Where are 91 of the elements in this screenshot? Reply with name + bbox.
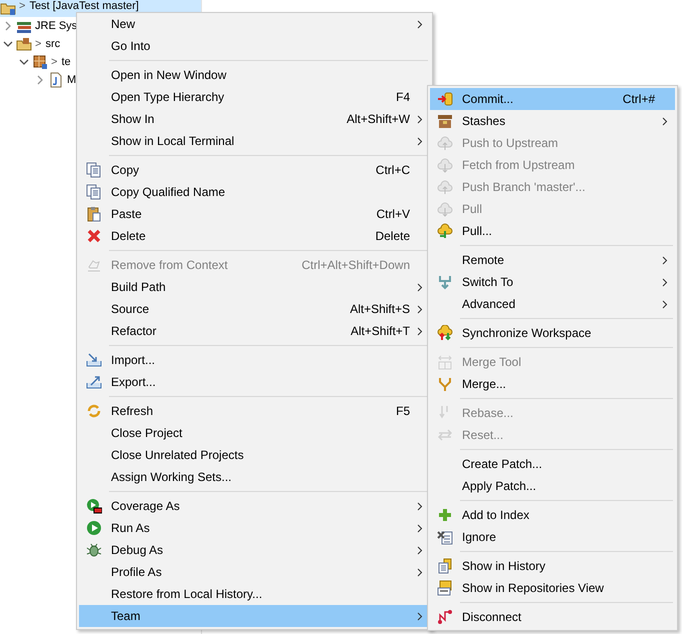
java-file-icon	[48, 72, 64, 88]
shortcut-label: Alt+Shift+S	[350, 302, 410, 316]
switch-icon	[437, 274, 453, 290]
menu-item[interactable]: Close Project	[79, 422, 430, 444]
menu-item[interactable]: Show In Alt+Shift+W	[79, 108, 430, 130]
menu-item[interactable]: Refresh F5	[79, 400, 430, 422]
shortcut-label: Ctrl+C	[376, 163, 410, 177]
menu-item[interactable]: Open in New Window	[79, 64, 430, 86]
menu-item[interactable]: Show in Local Terminal	[79, 130, 430, 152]
collapsed-chevron-icon[interactable]	[3, 21, 13, 31]
menu-item[interactable]: Copy Ctrl+C	[79, 159, 430, 181]
plus-icon	[437, 507, 453, 523]
cloud-icon	[437, 179, 453, 195]
package-folder-icon	[16, 36, 32, 52]
menu-item[interactable]: Delete Delete	[79, 225, 430, 247]
menu-item[interactable]: Restore from Local History...	[79, 583, 430, 605]
menu-item[interactable]: Disconnect	[430, 606, 675, 628]
tree-item[interactable]: te	[61, 56, 71, 68]
menu-item[interactable]: Open Type Hierarchy F4	[79, 86, 430, 108]
shortcut-label: Ctrl+Alt+Shift+Down	[302, 258, 410, 272]
menu-item[interactable]: Stashes	[430, 110, 675, 132]
shortcut-label: Ctrl+#	[622, 92, 655, 106]
reset-icon	[437, 427, 453, 443]
menu-item[interactable]: Run As	[79, 517, 430, 539]
menu-item[interactable]: Advanced	[430, 293, 675, 315]
package-icon	[32, 54, 48, 70]
tray-arrow-icon	[86, 352, 102, 368]
menu-item[interactable]: Show in History	[430, 555, 675, 577]
menu-item[interactable]: Debug As	[79, 539, 430, 561]
tree-item[interactable]: src	[45, 38, 60, 50]
menu-item[interactable]: Apply Patch...	[430, 475, 675, 497]
cloud-icon	[437, 135, 453, 151]
menu-item[interactable]: Refactor Alt+Shift+T	[79, 320, 430, 342]
run-icon	[86, 520, 102, 536]
cloud-icon	[437, 201, 453, 217]
shortcut-label: Alt+Shift+T	[350, 324, 410, 338]
menu-item[interactable]: Team	[79, 605, 430, 627]
merge-tool-icon	[437, 354, 453, 370]
cross-icon	[86, 228, 102, 244]
shortcut-label: Alt+Shift+W	[346, 112, 410, 126]
bug-icon	[86, 542, 102, 558]
menu-item[interactable]: Merge...	[430, 373, 675, 395]
git-decoration: >	[19, 0, 26, 12]
ignore-icon	[437, 529, 453, 545]
git-decoration: >	[51, 56, 58, 68]
commit-icon	[437, 91, 453, 107]
menu-item[interactable]: Build Path	[79, 276, 430, 298]
menu-item[interactable]: Close Unrelated Projects	[79, 444, 430, 466]
menu-item[interactable]: Ignore	[430, 526, 675, 548]
cloud-icon	[437, 157, 453, 173]
menu-item[interactable]: Remote	[430, 249, 675, 271]
menu-item[interactable]: Profile As	[79, 561, 430, 583]
menu-item[interactable]: Source Alt+Shift+S	[79, 298, 430, 320]
tree-item[interactable]: Test [JavaTest master]	[29, 0, 139, 12]
menu-item[interactable]: Create Patch...	[430, 453, 675, 475]
merge-icon	[437, 376, 453, 392]
menu-item[interactable]: Go Into	[79, 35, 430, 57]
refresh-icon	[86, 403, 102, 419]
menu-item[interactable]: Commit... Ctrl+#	[430, 88, 675, 110]
menu-item[interactable]: Assign Working Sets...	[79, 466, 430, 488]
menu-item[interactable]: Import...	[79, 349, 430, 371]
tray-arrow-icon	[86, 374, 102, 390]
menu-item[interactable]: Add to Index	[430, 504, 675, 526]
history-icon	[437, 558, 453, 574]
shortcut-label: Delete	[375, 229, 410, 243]
coverage-icon	[86, 498, 102, 514]
shortcut-label: F4	[396, 90, 410, 104]
expanded-chevron-icon[interactable]	[19, 57, 29, 67]
sync-icon	[437, 325, 453, 341]
git-decoration: >	[35, 38, 42, 50]
disconnect-icon	[437, 609, 453, 625]
chest-icon	[437, 113, 453, 129]
menu-item[interactable]: Switch To	[430, 271, 675, 293]
menu-item[interactable]: Paste Ctrl+V	[79, 203, 430, 225]
repository-icon	[437, 580, 453, 596]
expanded-chevron-icon[interactable]	[3, 39, 13, 49]
cloud-icon	[437, 223, 453, 239]
tree-item[interactable]: JRE Sys	[35, 20, 78, 32]
menu-item[interactable]: Pull...	[430, 220, 675, 242]
documents-icon	[86, 184, 102, 200]
collapsed-chevron-icon[interactable]	[35, 75, 45, 85]
menu-item[interactable]: Copy Qualified Name	[79, 181, 430, 203]
menu-item[interactable]: Coverage As	[79, 495, 430, 517]
tree-item[interactable]: M	[67, 74, 76, 86]
clipboard-icon	[86, 206, 102, 222]
menu-item[interactable]: Show in Repositories View	[430, 577, 675, 599]
shortcut-label: F5	[396, 404, 410, 418]
menu-item[interactable]: Synchronize Workspace	[430, 322, 675, 344]
menu-item[interactable]: Export...	[79, 371, 430, 393]
shortcut-label: Ctrl+V	[376, 207, 410, 221]
documents-icon	[86, 162, 102, 178]
